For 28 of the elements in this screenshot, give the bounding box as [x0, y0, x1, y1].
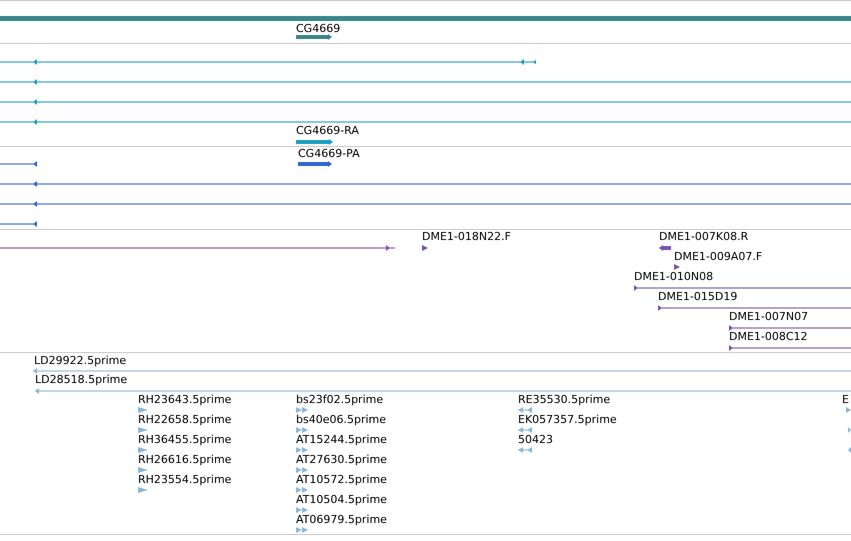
feature-label: AT15244.5prime: [296, 433, 387, 447]
feature-label: RE35530.5prime: [518, 393, 610, 407]
feature-label: DME1-018N22.F: [422, 230, 511, 244]
feature-label: LD28518.5prime: [35, 373, 128, 387]
feature-label: AT10572.5prime: [296, 473, 387, 487]
feature-label: bs23f02.5prime: [296, 393, 384, 407]
feature-label: DME1-015D19: [658, 290, 738, 304]
feature-label: RH22658.5prime: [138, 413, 232, 427]
feature-label: RH26616.5prime: [138, 453, 232, 467]
feature-label: LD29922.5prime: [34, 354, 126, 368]
feature-label: DME1-007K08.R: [659, 230, 748, 244]
feature-label: EK057357.5prime: [518, 413, 617, 427]
feature-label: bs40e06.5prime: [296, 413, 386, 427]
feature-label: CG4669-PA: [298, 147, 360, 161]
feature-label: DME1-009A07.F: [674, 250, 762, 264]
feature-label: RH36455.5prime: [138, 433, 232, 447]
feature-label: CG4669-RA: [296, 124, 359, 138]
feature-label: AT27630.5prime: [296, 453, 387, 467]
feature-label: DME1-007N07: [729, 310, 808, 324]
feature-label: DME1-008C12: [729, 330, 808, 344]
feature-label: AT10504.5prime: [296, 493, 387, 507]
feature-label: RH23643.5prime: [138, 393, 232, 407]
feature-label: 50423: [518, 433, 553, 447]
feature-label: AT06979.5prime: [296, 513, 387, 527]
feature-label: RH23554.5prime: [138, 473, 232, 487]
feature-label: DME1-010N08: [634, 270, 714, 284]
feature-label: CG4669: [296, 22, 340, 36]
feature-label: E: [842, 393, 849, 407]
